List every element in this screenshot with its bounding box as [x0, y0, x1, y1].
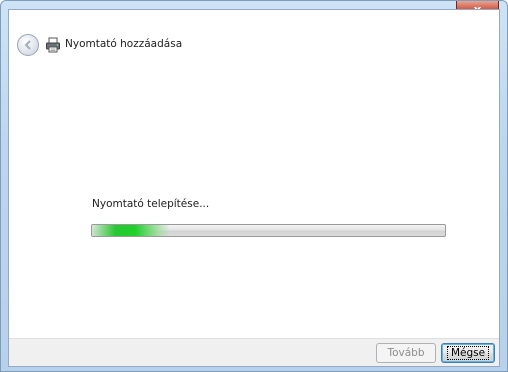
install-progress-bar: [91, 224, 446, 237]
window-title: Nyomtató hozzáadása: [65, 38, 183, 50]
next-button[interactable]: Tovább: [376, 343, 436, 363]
wizard-content: Nyomtató telepítése...: [9, 74, 499, 338]
install-status-text: Nyomtató telepítése...: [92, 198, 210, 210]
wizard-client-area: Nyomtató hozzáadása Nyomtató telepítése.…: [8, 9, 500, 367]
progress-fill: [92, 225, 170, 236]
back-arrow-icon: [24, 40, 31, 50]
cancel-button-label: Mégse: [446, 346, 490, 360]
cancel-button[interactable]: Mégse: [441, 343, 495, 363]
wizard-header: Nyomtató hozzáadása: [9, 10, 499, 74]
wizard-footer: Tovább Mégse: [9, 338, 499, 366]
back-button[interactable]: [17, 34, 39, 56]
wizard-window: x Nyomtató hozzáadása Nyomtató telepítés…: [0, 0, 508, 372]
printer-icon: [46, 37, 60, 53]
